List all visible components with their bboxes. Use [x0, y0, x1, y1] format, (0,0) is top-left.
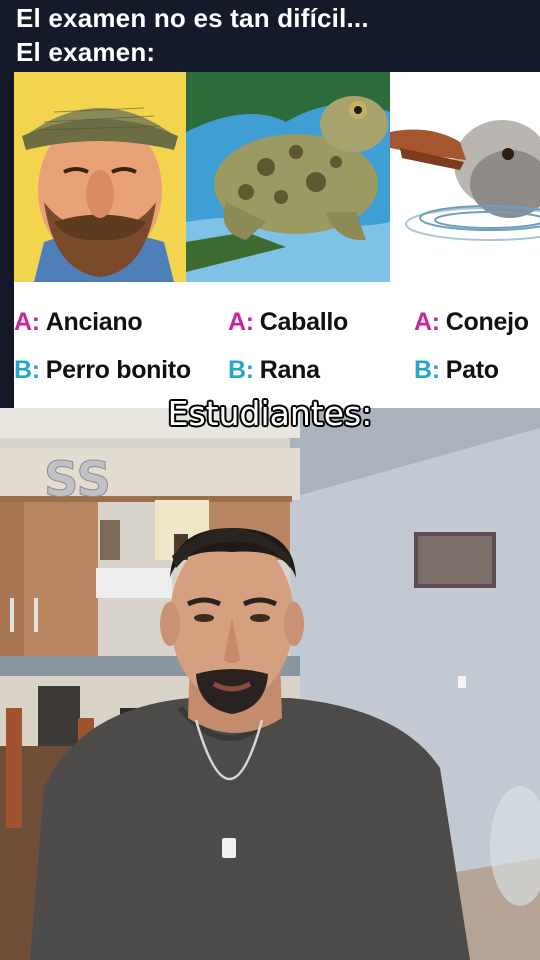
option-b-image-3: B: Pato	[414, 356, 499, 385]
option-letter-b: B:	[414, 356, 440, 384]
option-letter-a: A:	[228, 308, 254, 336]
option-a-text: Anciano	[45, 308, 143, 336]
duck-image	[390, 72, 540, 282]
header-line-2: El examen:	[16, 37, 156, 67]
header-line-1: El examen no es tan difícil...	[16, 3, 369, 33]
caption-estudiantes: Estudiantes:	[167, 394, 373, 433]
toad-image	[186, 72, 390, 282]
reaction-video-frame: SS	[0, 408, 540, 960]
option-b-image-1: B: Perro bonito	[14, 356, 191, 385]
option-letter-a: A:	[14, 308, 40, 336]
option-a-text: Caballo	[259, 308, 349, 336]
option-letter-b: B:	[228, 356, 254, 384]
option-a-image-3: A: Conejo	[414, 308, 529, 337]
option-b-text: Pato	[445, 356, 499, 384]
option-a-text: Conejo	[445, 308, 529, 336]
elderly-man-image	[14, 72, 186, 282]
option-b-text: Rana	[259, 356, 320, 384]
meme-header: El examen no es tan difícil... El examen…	[0, 0, 540, 72]
option-b-text: Perro bonito	[45, 356, 191, 384]
option-b-image-2: B: Rana	[228, 356, 320, 385]
option-a-image-2: A: Caballo	[228, 308, 348, 337]
wall-decor-letters: SS	[44, 452, 111, 508]
option-a-image-1: A: Anciano	[14, 308, 143, 337]
option-letter-a: A:	[414, 308, 440, 336]
exam-panel: A: Anciano B: Perro bonito A: Caballo B: Ran…	[14, 72, 540, 408]
option-letter-b: B:	[14, 356, 40, 384]
